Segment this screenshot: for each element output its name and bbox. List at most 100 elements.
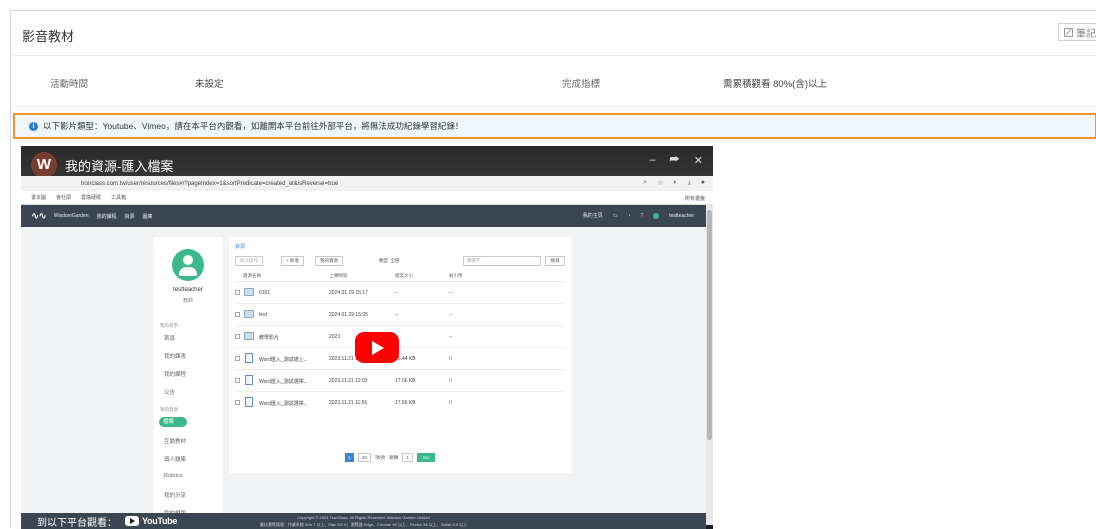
play-button-icon[interactable] bbox=[355, 332, 399, 363]
row-name: Word匯入_測試選擇... bbox=[259, 379, 308, 385]
user-avatar bbox=[172, 249, 204, 281]
youtube-link[interactable]: YouTube bbox=[125, 516, 177, 526]
url-text: tronclass.com.tw/user/resources/files#/?… bbox=[81, 180, 339, 187]
bookmark-item: 會社頭 bbox=[56, 195, 72, 201]
per-page-select: 20 bbox=[358, 453, 372, 462]
youtube-icon bbox=[125, 516, 139, 526]
sidebar-item: 我的課表 bbox=[164, 354, 187, 360]
row-size: -- bbox=[395, 290, 399, 296]
note-label: 筆記 bbox=[1076, 28, 1096, 40]
video-player[interactable]: W 我的資源-匯入檔案 – ⮫ ✕ tronclass.com.tw/user/… bbox=[21, 146, 713, 529]
note-button[interactable]: 筆記 bbox=[1058, 23, 1096, 41]
breadcrumb: 資源 bbox=[235, 244, 246, 250]
file-icon bbox=[245, 353, 253, 363]
file-icon bbox=[245, 375, 253, 385]
video-scrollbar-thumb bbox=[707, 210, 712, 440]
app-body: testteacher 教師 我的教學 首頁 我的課表 我的課程 公告 我的資源… bbox=[21, 227, 706, 517]
table-row: 0101 2024.01.29 15:17 -- -- bbox=[235, 281, 565, 303]
per-page-suffix: 項/頁 bbox=[375, 454, 386, 460]
row-ref: 0 bbox=[449, 378, 452, 384]
folder-icon bbox=[244, 310, 254, 318]
info-icon: i bbox=[29, 121, 38, 131]
video-top-controls: – ⮫ ✕ bbox=[649, 154, 703, 167]
row-checkbox bbox=[235, 312, 240, 317]
app-sidebar: testteacher 教師 我的教學 首頁 我的課表 我的課程 公告 我的資源… bbox=[154, 237, 222, 517]
column-header: 上傳時間 bbox=[329, 273, 347, 278]
row-checkbox bbox=[235, 356, 240, 361]
download-icon: ⤓ bbox=[687, 179, 691, 186]
table-row: 教學影片 2023 -- -- bbox=[235, 325, 565, 347]
video-title[interactable]: 我的資源-匯入檔案 bbox=[65, 156, 173, 175]
sidebar-item: 首頁 bbox=[164, 336, 176, 342]
browser-address-bar: tronclass.com.tw/user/resources/files#/?… bbox=[21, 176, 713, 191]
user-avatar bbox=[653, 212, 660, 219]
row-name: test bbox=[259, 312, 268, 318]
star-icon: ☆ bbox=[657, 180, 664, 187]
file-icon bbox=[245, 397, 253, 407]
row-ref: -- bbox=[449, 290, 453, 296]
folder-icon bbox=[244, 332, 254, 340]
row-name: 教學影片 bbox=[259, 335, 280, 341]
sidebar-item: 個人題庫 bbox=[164, 457, 187, 463]
row-time: 2024.01.29 15:17 bbox=[329, 290, 368, 296]
completion-value: 需累積觀看 80%(含)以上 bbox=[723, 79, 827, 90]
goto-label: 跳轉 bbox=[389, 454, 399, 460]
row-name: Word匯入_測試總上... bbox=[259, 357, 308, 363]
sidebar-section: 我的資源 bbox=[160, 407, 178, 412]
app-home-link: 我的主頁 bbox=[582, 213, 603, 219]
search-input: 關鍵字 bbox=[463, 256, 541, 266]
help-icon: ? bbox=[640, 212, 644, 219]
table-row: test 2024.01.29 15:05 -- -- bbox=[235, 303, 565, 325]
app-nav-item: 資源 bbox=[124, 213, 135, 220]
browser-icons: ⌕ ☆ ◐ ⤓ ● bbox=[643, 179, 705, 187]
mail-icon: ▭ bbox=[612, 212, 618, 219]
share-icon[interactable]: ⮫ bbox=[670, 154, 680, 167]
bookmark-item: 書本圖 bbox=[31, 195, 47, 201]
row-checkbox bbox=[235, 290, 240, 295]
app-nav-item: 我的課程 bbox=[96, 213, 117, 220]
close-icon[interactable]: ✕ bbox=[694, 154, 703, 167]
watch-on-bar[interactable]: 到以下平台觀看： YouTube bbox=[31, 513, 177, 529]
sidebar-item: 互動教材 bbox=[164, 439, 187, 445]
divider bbox=[11, 106, 1096, 107]
bookmarks-bar: 書本圖 會社頭 雲端硬碟 工具箱 所有書籤 bbox=[21, 191, 713, 205]
extension-icon: ◐ bbox=[673, 179, 678, 186]
folder-icon bbox=[244, 288, 254, 296]
row-size: -- bbox=[395, 312, 399, 318]
sidebar-item: Rubrics bbox=[164, 473, 183, 479]
zoom-icon: ⌕ bbox=[643, 179, 648, 186]
user-name: testteacher bbox=[173, 287, 203, 293]
app-nav-item: 圖庫 bbox=[142, 213, 153, 220]
page-title: 影音教材 bbox=[22, 29, 75, 44]
goto-input: 1 bbox=[402, 453, 413, 462]
row-ref: 0 bbox=[449, 356, 452, 362]
row-size: 17.56 KB bbox=[395, 378, 416, 384]
pagination: 1 20 項/頁 跳轉 1 Go bbox=[345, 453, 435, 462]
minimize-icon[interactable]: – bbox=[649, 154, 655, 167]
app-nav-right: 我的主頁 ▭ ◔ ? testteacher bbox=[583, 212, 694, 219]
app-user: testteacher bbox=[669, 212, 694, 219]
divider bbox=[11, 55, 1096, 56]
profile-icon: ● bbox=[700, 179, 705, 186]
all-bookmarks: 所有書籤 bbox=[684, 196, 705, 202]
row-time: 2023 bbox=[329, 334, 341, 340]
app-nav-item: WisdomGarden bbox=[53, 213, 89, 219]
table-row: Word匯入_測試選擇... 2023.11.21 11:56 17.56 KB… bbox=[235, 391, 565, 413]
add-button: + 新增 bbox=[281, 256, 304, 266]
activity-time-label: 活動時間 bbox=[50, 79, 89, 90]
row-time: 2023.11.21 12:03 bbox=[329, 378, 368, 384]
watch-on-label: 到以下平台觀看： bbox=[37, 517, 117, 529]
type-filter: 類型: 全部 bbox=[379, 258, 400, 263]
bookmark-item: 雲端硬碟 bbox=[81, 195, 102, 201]
bulk-button: 批次操作 bbox=[235, 256, 263, 266]
activity-time-value: 未設定 bbox=[195, 79, 224, 90]
channel-avatar[interactable]: W bbox=[31, 152, 57, 178]
sidebar-item: 公告 bbox=[164, 390, 176, 396]
app-navbar: ∿∿ WisdomGarden 我的課程 資源 圖庫 我的主頁 ▭ ◔ ? te… bbox=[21, 205, 706, 227]
youtube-label: YouTube bbox=[142, 516, 178, 526]
row-checkbox bbox=[235, 400, 240, 405]
completion-label: 完成指標 bbox=[562, 79, 601, 90]
my-resources-button: 我的資源 bbox=[315, 256, 343, 266]
row-ref: 0 bbox=[449, 400, 452, 406]
page-current: 1 bbox=[345, 453, 354, 462]
